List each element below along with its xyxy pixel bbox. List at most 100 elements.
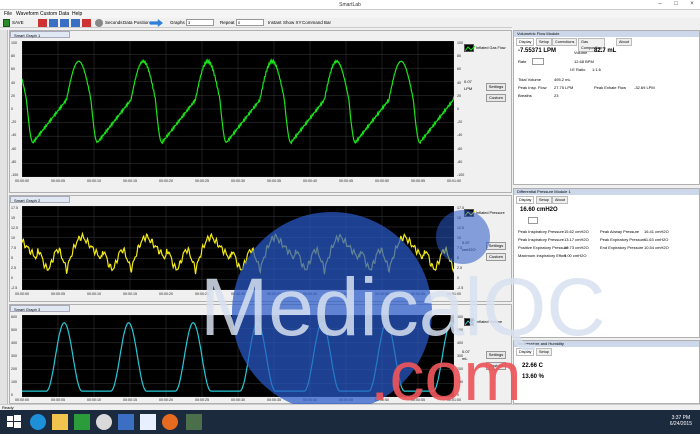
save-icon[interactable] <box>3 19 10 27</box>
folder-icon[interactable] <box>52 414 68 430</box>
ie-icon[interactable] <box>30 414 46 430</box>
x-tick-label: 00:00:15 <box>123 398 137 402</box>
save-button[interactable]: SAVE <box>12 19 24 27</box>
y-tick-label: 400 <box>11 341 17 345</box>
y-tick-label: 40 <box>11 80 15 85</box>
repeat-label: Repeat <box>220 20 235 25</box>
toolbar: SAVE Seconds Data Position Graphs 3 Repe… <box>0 18 512 28</box>
tab-setup[interactable]: Setup <box>536 348 552 356</box>
y-tick-label: 200 <box>457 367 463 371</box>
document-icon[interactable] <box>140 414 156 430</box>
pause-icon[interactable] <box>60 19 69 27</box>
x-tick-label: 00:00:10 <box>87 292 101 296</box>
stop-icon[interactable] <box>49 19 58 27</box>
rate-label: Rate <box>518 59 527 64</box>
graph-tab-2[interactable]: Smart Graph 2 <box>10 196 70 203</box>
peak-insp-value: 27.75 LPM <box>554 85 574 90</box>
y-tick-label: 0 <box>11 276 13 280</box>
pressure-row-3-r: End Expiratory Pressure <box>600 245 644 250</box>
y-tick-label: 300 <box>11 354 17 358</box>
legend-3[interactable]: Inflated Volume <box>464 317 508 327</box>
graph-tab-1[interactable]: Smart Graph 1 <box>10 31 70 38</box>
windows-start-icon[interactable] <box>6 414 22 430</box>
store-icon[interactable] <box>74 414 90 430</box>
rate-select[interactable] <box>532 58 544 65</box>
maximize-icon[interactable]: □ <box>668 0 684 9</box>
side-value-3: 0.07 <box>462 349 470 354</box>
clear-icon[interactable] <box>82 19 91 27</box>
tab-display[interactable]: Display <box>516 38 535 46</box>
tab-corrections[interactable]: Corrections <box>552 38 578 46</box>
instant-label[interactable]: Instant <box>268 19 282 27</box>
plot-area-1 <box>21 40 455 178</box>
settings-button-3[interactable]: Settings <box>486 351 506 359</box>
legend-1[interactable]: Inflated Gas Flow <box>464 43 508 53</box>
y-tick-label: 5 <box>11 256 13 260</box>
info-icon[interactable] <box>71 19 80 27</box>
record-icon[interactable] <box>38 19 47 27</box>
pressure-row-3-l: Positive Expiratory Pressure <box>518 245 569 250</box>
arrow-right-icon[interactable] <box>150 19 163 27</box>
command-bar-label[interactable]: Command Bar <box>302 19 331 27</box>
y-tick-label: 10 <box>11 236 15 240</box>
close-icon[interactable]: × <box>684 0 700 9</box>
smartlab-taskbar-icon[interactable] <box>186 414 202 430</box>
menu-waveform[interactable]: Waveform <box>16 11 39 17</box>
x-tick-label: 00:00:05 <box>51 398 65 402</box>
app-icon[interactable] <box>118 414 134 430</box>
seconds-label: Seconds <box>105 20 123 25</box>
pressure-row-1-r: Peak Airway Pressure <box>600 229 640 234</box>
clock[interactable]: 3:37 PM 6/24/2015 <box>670 415 692 427</box>
menu-file[interactable]: File <box>4 11 12 17</box>
flow-module-title: Volumetric Flow Module <box>514 31 699 37</box>
custom-button-3[interactable]: Custom <box>486 362 506 370</box>
y-tick-label: 80 <box>11 54 15 59</box>
y-tick-label: 100 <box>457 380 463 384</box>
x-tick-label: 00:00:15 <box>123 179 137 183</box>
timer-icon[interactable] <box>95 19 103 27</box>
y-tick-label: -60 <box>457 146 463 151</box>
tab-display[interactable]: Display <box>516 348 535 356</box>
repeat-select[interactable]: 0 <box>236 19 264 26</box>
graphs-select[interactable]: 3 <box>186 19 214 26</box>
tab-about[interactable]: About <box>552 196 568 204</box>
x-axis-1: 00:00:00 00:00:05 00:00:10 00:00:15 00:00:20… <box>15 179 461 187</box>
y-axis-left-3: 600 500 400 300 200 100 0 <box>10 315 21 397</box>
side-unit-3: mL <box>462 356 468 361</box>
menu-help[interactable]: Help <box>72 11 82 17</box>
y-tick-label: -20 <box>11 120 17 125</box>
rate-value: 12.68 BPM <box>574 59 594 64</box>
tab-about[interactable]: About <box>616 38 632 46</box>
chrome-icon[interactable] <box>96 414 112 430</box>
left-sidebar[interactable] <box>0 30 8 405</box>
tab-setup[interactable]: Setup <box>536 38 552 46</box>
y-tick-label: -80 <box>457 159 463 164</box>
y-tick-label: 600 <box>457 315 463 319</box>
y-tick-label: -40 <box>457 133 463 138</box>
firefox-icon[interactable] <box>162 414 178 430</box>
pressure-filter-select[interactable] <box>528 217 538 224</box>
x-tick-label: 00:00:20 <box>159 398 173 402</box>
tab-setup[interactable]: Setup <box>536 196 552 204</box>
breaths-label: Breaths <box>518 93 532 98</box>
y-tick-label: 100 <box>457 41 463 45</box>
flow-main-value: -7.55371 LPM <box>518 48 557 54</box>
x-tick-label: 00:00:00 <box>15 179 29 183</box>
x-tick-label: 00:01:00 <box>447 398 461 402</box>
settings-button-1[interactable]: Settings <box>486 83 506 91</box>
temperature-value: 22.66 C <box>522 363 544 369</box>
pressure-module-title: Differential Pressure Module 1 <box>514 189 699 195</box>
graph-tab-3[interactable]: Smart Graph 3 <box>10 305 70 312</box>
pressure-row-2-r: Peak Expiratory Pressure <box>600 237 646 242</box>
x-tick-label: 00:01:00 <box>447 292 461 296</box>
tab-display[interactable]: Display <box>516 196 535 204</box>
minimize-icon[interactable]: – <box>652 0 668 9</box>
menu-custom-data[interactable]: Custom Data <box>40 11 69 17</box>
x-tick-label: 00:00:10 <box>87 179 101 183</box>
custom-button-1[interactable]: Custom <box>486 94 506 102</box>
show-xy-label[interactable]: Show XY <box>283 19 302 27</box>
custom-button-2[interactable]: Custom <box>486 253 506 261</box>
y-tick-label: 500 <box>11 328 17 332</box>
y-tick-label: 0 <box>11 107 13 111</box>
pressure-row-4-l: Maximum Inspiratory Effort <box>518 253 566 258</box>
